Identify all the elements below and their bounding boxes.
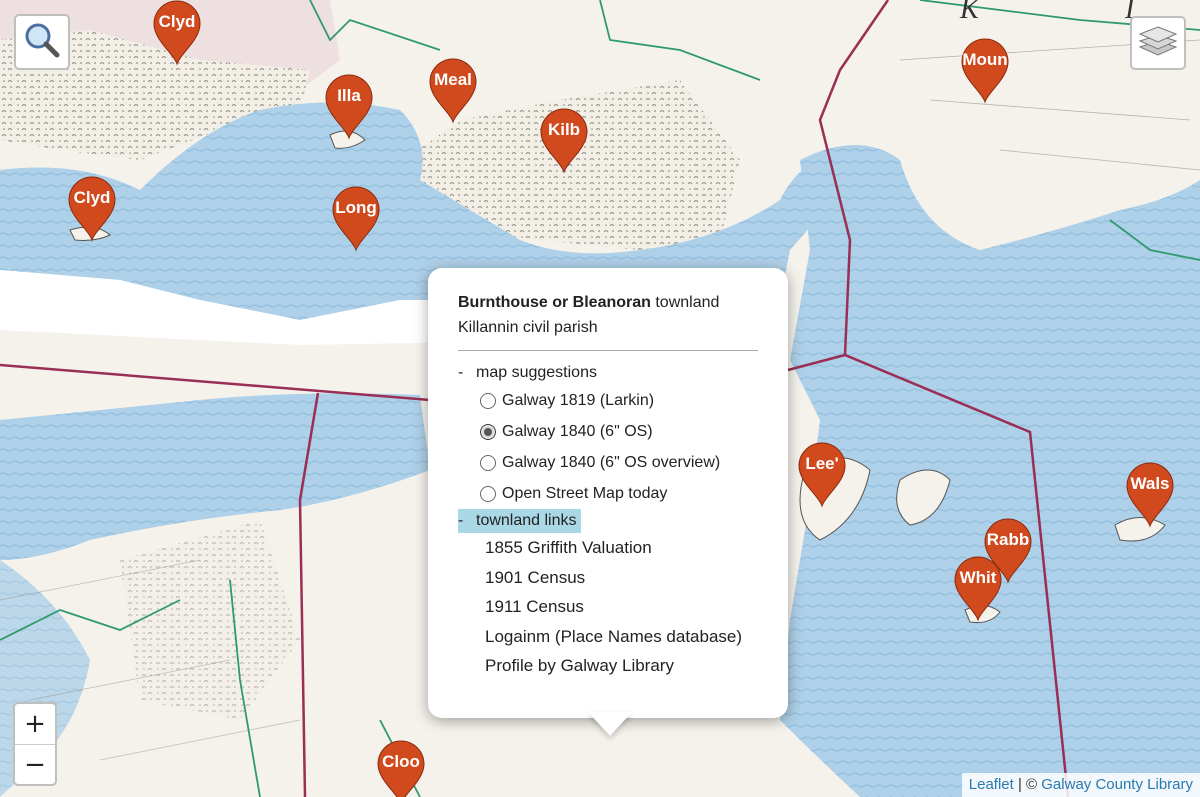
attribution-separator: | © (1013, 776, 1042, 793)
radio-button[interactable] (480, 392, 496, 409)
townland-link[interactable]: 1911 Census (458, 592, 758, 622)
townland-links-label: townland links (476, 512, 577, 529)
townland-name: Burnthouse or Bleanoran (458, 294, 651, 311)
map-option[interactable]: Galway 1840 (6" OS) (458, 416, 758, 447)
townland-marker[interactable]: Cloo (376, 740, 426, 797)
attribution: Leaflet | © Galway County Library (961, 773, 1200, 797)
popup-divider (458, 350, 758, 351)
marker-label: Long (335, 198, 377, 217)
search-icon (22, 20, 62, 65)
marker-label: Clyd (158, 12, 196, 31)
townland-marker[interactable]: Meal (428, 58, 478, 124)
zoom-out-button[interactable]: − (15, 745, 55, 785)
townland-marker[interactable]: Clyd (152, 0, 202, 66)
map-option[interactable]: Open Street Map today (458, 478, 758, 509)
marker-label: Lee' (805, 454, 839, 473)
townland-marker[interactable]: Lee' (797, 442, 847, 508)
townland-marker[interactable]: Illa (324, 74, 374, 140)
marker-label: Illa (337, 86, 361, 105)
townland-link[interactable]: Logainm (Place Names database) (458, 622, 758, 652)
parish-name: Killannin civil parish (458, 319, 598, 336)
radio-button[interactable] (480, 485, 496, 502)
marker-label: Clyd (73, 188, 111, 207)
townland-link[interactable]: Profile by Galway Library (458, 651, 758, 681)
marker-label: Cloo (382, 752, 420, 771)
townland-marker[interactable]: Kilb (539, 108, 589, 174)
map-option[interactable]: Galway 1819 (Larkin) (458, 385, 758, 416)
leaflet-link[interactable]: Leaflet (969, 776, 1014, 793)
map-pin-icon (798, 442, 846, 508)
marker-label: Kilb (547, 120, 581, 139)
map-option-label: Galway 1840 (6" OS) (502, 422, 653, 440)
zoom-control: + − (13, 702, 57, 786)
collapse-dash: - (458, 512, 464, 529)
townland-marker[interactable]: Moun (960, 38, 1010, 104)
radio-button[interactable] (480, 423, 496, 440)
townland-popup: Burnthouse or Bleanoran townland Killann… (428, 268, 788, 718)
map-pin-icon (1126, 462, 1174, 528)
map-pin-icon (68, 176, 116, 242)
marker-label: Rabb (986, 530, 1030, 549)
map-pin-icon (961, 38, 1009, 104)
townland-links-toggle[interactable]: - townland links (458, 509, 581, 533)
layers-button[interactable] (1130, 16, 1186, 70)
popup-tip (588, 712, 632, 736)
map-pin-icon (429, 58, 477, 124)
map-pin-icon (325, 74, 373, 140)
map-letter-k: K (959, 0, 980, 25)
map-option-label: Galway 1840 (6" OS overview) (502, 453, 721, 471)
townland-link[interactable]: 1855 Griffith Valuation (458, 533, 758, 563)
map-suggestions-toggle[interactable]: - map suggestions (458, 361, 601, 385)
marker-label: Whit (959, 568, 997, 587)
marker-label: Wals (1130, 474, 1170, 493)
marker-label: Meal (434, 70, 472, 89)
townland-link-list: 1855 Griffith Valuation 1901 Census 1911 C… (458, 533, 758, 681)
townland-marker[interactable]: Long (331, 186, 381, 252)
townland-marker[interactable]: Wals (1125, 462, 1175, 528)
map-pin-icon (332, 186, 380, 252)
townland-suffix: townland (655, 294, 720, 311)
galway-library-link[interactable]: Galway County Library (1041, 776, 1193, 793)
map-pin-icon (153, 0, 201, 66)
map-option-list: Galway 1819 (Larkin) Galway 1840 (6" OS) G… (458, 385, 758, 509)
radio-button[interactable] (480, 454, 496, 471)
layers-icon (1138, 23, 1178, 64)
popup-header: Burnthouse or Bleanoran townland Killann… (458, 290, 758, 340)
map-pin-icon (954, 556, 1002, 622)
map-pin-icon (540, 108, 588, 174)
townland-marker[interactable]: Clyd (67, 176, 117, 242)
townland-marker[interactable]: Whit (953, 556, 1003, 622)
marker-label: Moun (962, 50, 1008, 69)
collapse-dash: - (458, 364, 464, 381)
map-suggestions-label: map suggestions (476, 364, 597, 381)
map-option[interactable]: Galway 1840 (6" OS overview) (458, 447, 758, 478)
map-option-label: Galway 1819 (Larkin) (502, 391, 655, 409)
zoom-in-button[interactable]: + (15, 704, 55, 745)
map-option-label: Open Street Map today (502, 484, 668, 502)
townland-link[interactable]: 1901 Census (458, 563, 758, 593)
search-button[interactable] (14, 14, 70, 70)
